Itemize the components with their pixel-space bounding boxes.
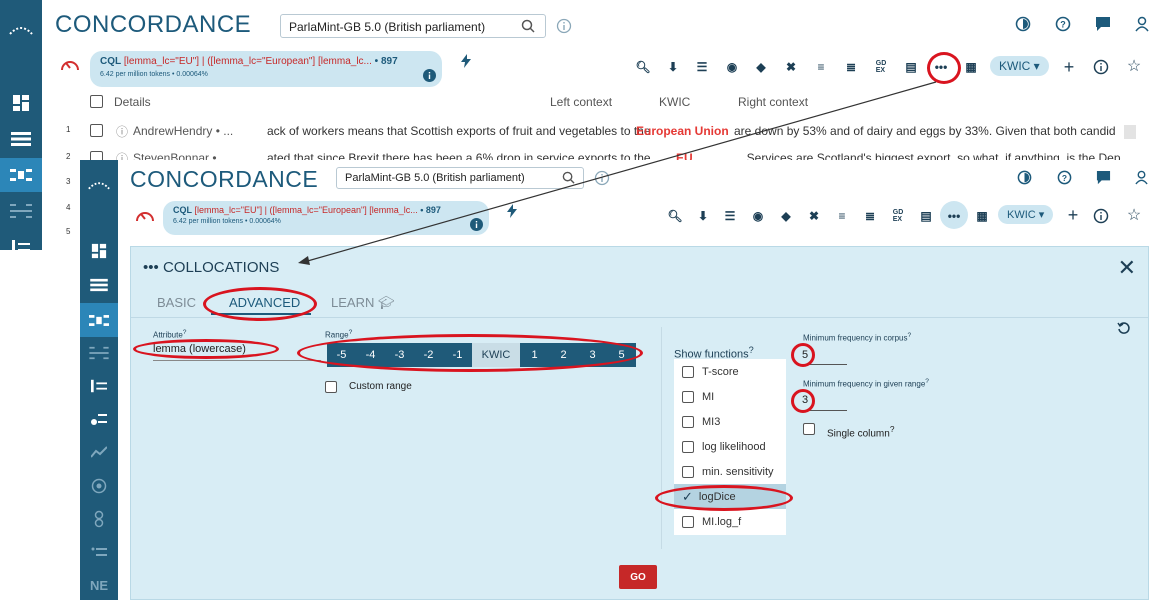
annotation-arrow (298, 81, 937, 265)
